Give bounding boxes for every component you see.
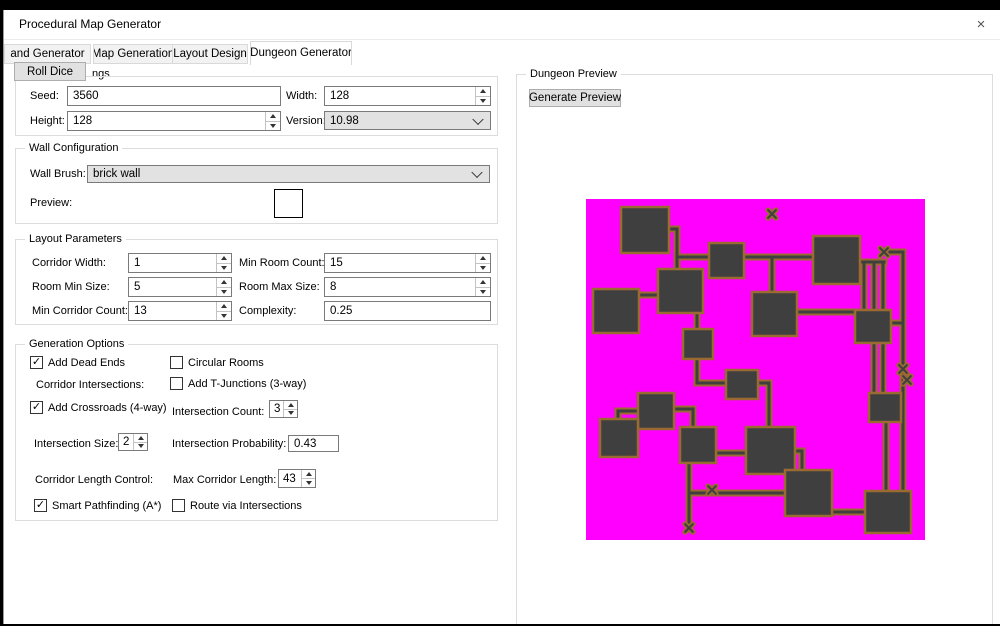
min-room-count-spinner[interactable] — [475, 254, 490, 272]
map-room — [680, 427, 716, 463]
tab-map-generation[interactable]: Map Generation — [93, 44, 173, 64]
room-min-size-spinner[interactable] — [216, 278, 231, 296]
room-min-size-input[interactable]: 5 — [128, 277, 232, 297]
min-corridor-count-label: Min Corridor Count: — [32, 305, 128, 317]
add-crossroads-label: Add Crossroads (4-way) — [48, 401, 167, 414]
add-t-junctions-checkbox[interactable] — [170, 377, 183, 390]
add-crossroads-checkbox[interactable]: ✓ — [30, 401, 43, 414]
brush-preview-swatch — [274, 189, 303, 218]
dungeon-preview-image — [586, 199, 925, 540]
map-room — [658, 269, 703, 313]
min-room-count-input[interactable]: 15 — [324, 253, 491, 273]
map-room — [683, 329, 713, 359]
intersection-count-input[interactable]: 3 — [269, 400, 298, 418]
min-corridor-count-spinner[interactable] — [216, 302, 231, 320]
map-room — [785, 470, 832, 516]
map-room — [813, 236, 860, 284]
corridor-width-spinner[interactable] — [216, 254, 231, 272]
route-via-intersections-label: Route via Intersections — [190, 499, 302, 512]
map-room — [746, 427, 795, 474]
intersection-size-spinner[interactable] — [133, 434, 147, 450]
height-label: Height: — [30, 115, 65, 127]
tab-layout-design[interactable]: Layout Design — [172, 44, 248, 64]
version-dropdown[interactable]: 10.98 — [324, 111, 491, 130]
chevron-down-icon — [472, 113, 483, 124]
tab-and-generator[interactable]: and Generator — [4, 44, 91, 64]
complexity-input[interactable]: 0.25 — [324, 301, 491, 321]
wall-brush-dropdown[interactable]: brick wall — [87, 165, 490, 183]
wall-group-title: Wall Configuration — [25, 142, 122, 154]
min-room-count-label: Min Room Count: — [239, 257, 325, 269]
room-max-size-input[interactable]: 8 — [324, 277, 491, 297]
layout-group-title: Layout Parameters — [25, 233, 126, 245]
wall-configuration-group: Wall Configuration — [15, 148, 498, 224]
room-max-size-spinner[interactable] — [475, 278, 490, 296]
map-room — [726, 370, 758, 399]
generate-preview-button[interactable]: Generate Preview — [529, 89, 621, 107]
titlebar: Procedural Map Generator × — [4, 10, 1000, 40]
complexity-label: Complexity: — [239, 305, 296, 317]
intersection-count-label: Intersection Count: — [172, 406, 264, 418]
seed-input[interactable]: 3560 — [67, 86, 281, 106]
window-title: Procedural Map Generator — [19, 17, 161, 31]
map-room — [600, 419, 638, 457]
max-corridor-length-label: Max Corridor Length: — [173, 474, 276, 486]
map-room — [752, 292, 797, 336]
intersection-probability-input[interactable]: 0.43 — [288, 435, 339, 452]
roll-dice-button[interactable]: Roll Dice — [14, 62, 86, 81]
map-room — [709, 243, 744, 278]
height-spinner[interactable] — [265, 112, 280, 130]
seed-label: Seed: — [30, 90, 59, 102]
width-input[interactable]: 128 — [324, 86, 491, 106]
room-min-size-label: Room Min Size: — [32, 281, 110, 293]
intersection-count-spinner[interactable] — [283, 401, 297, 417]
route-via-intersections-checkbox[interactable] — [172, 499, 185, 512]
smart-pathfinding-label: Smart Pathfinding (A*) — [52, 499, 161, 512]
brush-preview-label: Preview: — [30, 197, 72, 209]
add-t-junctions-label: Add T-Junctions (3-way) — [188, 377, 306, 390]
map-room — [869, 393, 901, 422]
map-room — [855, 310, 891, 343]
chevron-down-icon — [471, 167, 482, 178]
close-button[interactable]: × — [961, 10, 1000, 38]
max-corridor-length-input[interactable]: 43 — [278, 469, 316, 488]
map-room — [593, 289, 639, 333]
width-spinner[interactable] — [475, 87, 490, 105]
height-input[interactable]: 128 — [67, 111, 281, 131]
dungeon-map-svg — [586, 199, 925, 540]
add-dead-ends-label: Add Dead Ends — [48, 356, 125, 369]
map-room — [621, 207, 669, 253]
smart-pathfinding-checkbox[interactable]: ✓ — [34, 499, 47, 512]
map-room — [865, 491, 911, 533]
version-label: Version: — [286, 115, 326, 127]
add-dead-ends-checkbox[interactable]: ✓ — [30, 356, 43, 369]
tab-dungeon-generator[interactable]: Dungeon Generator — [250, 41, 352, 65]
intersection-probability-label: Intersection Probability: — [172, 438, 286, 450]
corridor-width-label: Corridor Width: — [32, 257, 106, 269]
min-corridor-count-input[interactable]: 13 — [128, 301, 232, 321]
map-room — [638, 393, 674, 429]
circular-rooms-label: Circular Rooms — [188, 356, 264, 369]
wall-brush-label: Wall Brush: — [30, 168, 86, 180]
width-label: Width: — [286, 90, 317, 102]
app-window: Procedural Map Generator × and Generator… — [3, 10, 1000, 624]
max-corridor-length-spinner[interactable] — [301, 470, 315, 487]
intersection-size-label: Intersection Size: — [34, 438, 118, 450]
circular-rooms-checkbox[interactable] — [170, 356, 183, 369]
corridor-width-input[interactable]: 1 — [128, 253, 232, 273]
corridor-length-control-label: Corridor Length Control: — [35, 474, 153, 486]
generation-options-group: Generation Options — [15, 344, 498, 521]
generation-group-title: Generation Options — [25, 338, 128, 350]
room-max-size-label: Room Max Size: — [239, 281, 320, 293]
dungeon-preview-title: Dungeon Preview — [526, 68, 621, 80]
intersection-size-input[interactable]: 2 — [118, 433, 148, 451]
corridor-intersections-label: Corridor Intersections: — [36, 379, 144, 391]
